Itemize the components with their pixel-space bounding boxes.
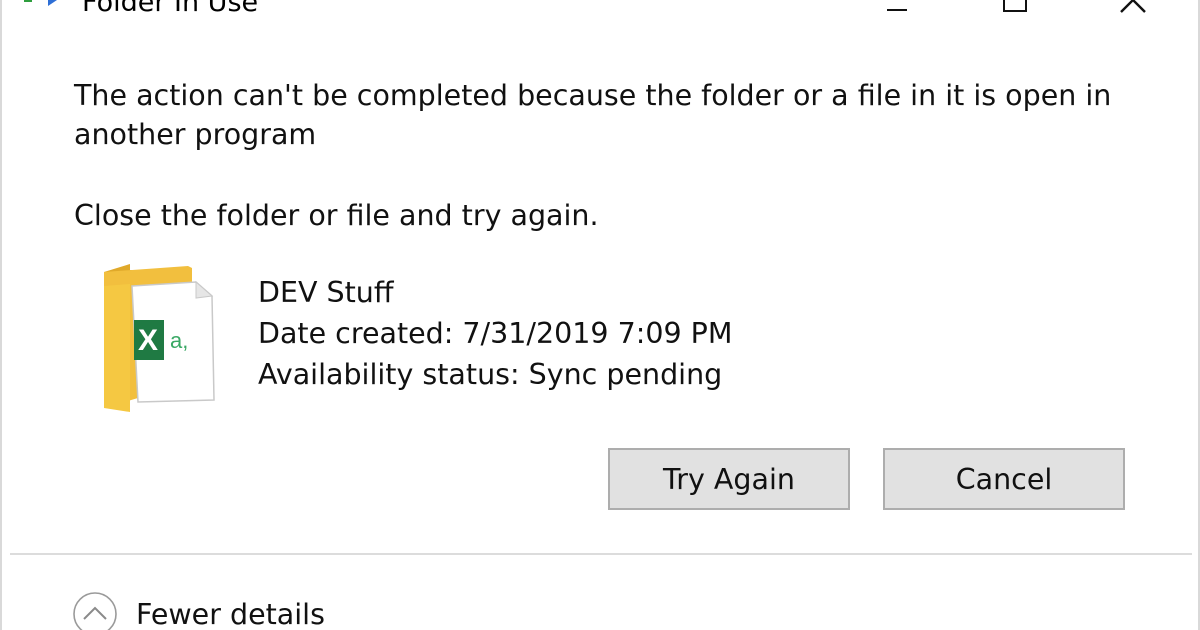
title-bar: Folder In Use: [2, 0, 1198, 22]
error-message: The action can't be completed because th…: [74, 79, 1112, 151]
instruction-text: Close the folder or file and try again.: [74, 199, 599, 232]
cancel-button[interactable]: Cancel: [883, 448, 1125, 510]
file-date-created: Date created: 7/31/2019 7:09 PM: [258, 317, 733, 350]
divider: [10, 553, 1192, 555]
maximize-icon: [1003, 0, 1027, 12]
minimize-icon: [887, 9, 907, 11]
svg-text:X: X: [138, 324, 158, 357]
close-icon: [1120, 0, 1146, 13]
svg-text:a,: a,: [170, 328, 188, 353]
minimize-button[interactable]: [852, 0, 942, 22]
move-files-icon: [24, 0, 57, 6]
folder-with-excel-file-icon: X a,: [104, 264, 215, 412]
file-info: DEV Stuff Date created: 7/31/2019 7:09 P…: [258, 272, 732, 395]
close-button[interactable]: [1088, 0, 1178, 22]
window-title: Folder In Use: [82, 0, 259, 18]
fewer-details-toggle[interactable]: Fewer details: [72, 590, 325, 630]
fewer-details-label: Fewer details: [136, 597, 325, 630]
folder-in-use-dialog: Folder In Use The action can't be comple…: [0, 0, 1200, 630]
file-name: DEV Stuff: [258, 276, 394, 309]
try-again-button[interactable]: Try Again: [608, 448, 850, 510]
chevron-up-circle-icon: [73, 592, 117, 630]
maximize-button[interactable]: [970, 0, 1060, 22]
file-availability-status: Availability status: Sync pending: [258, 358, 723, 391]
